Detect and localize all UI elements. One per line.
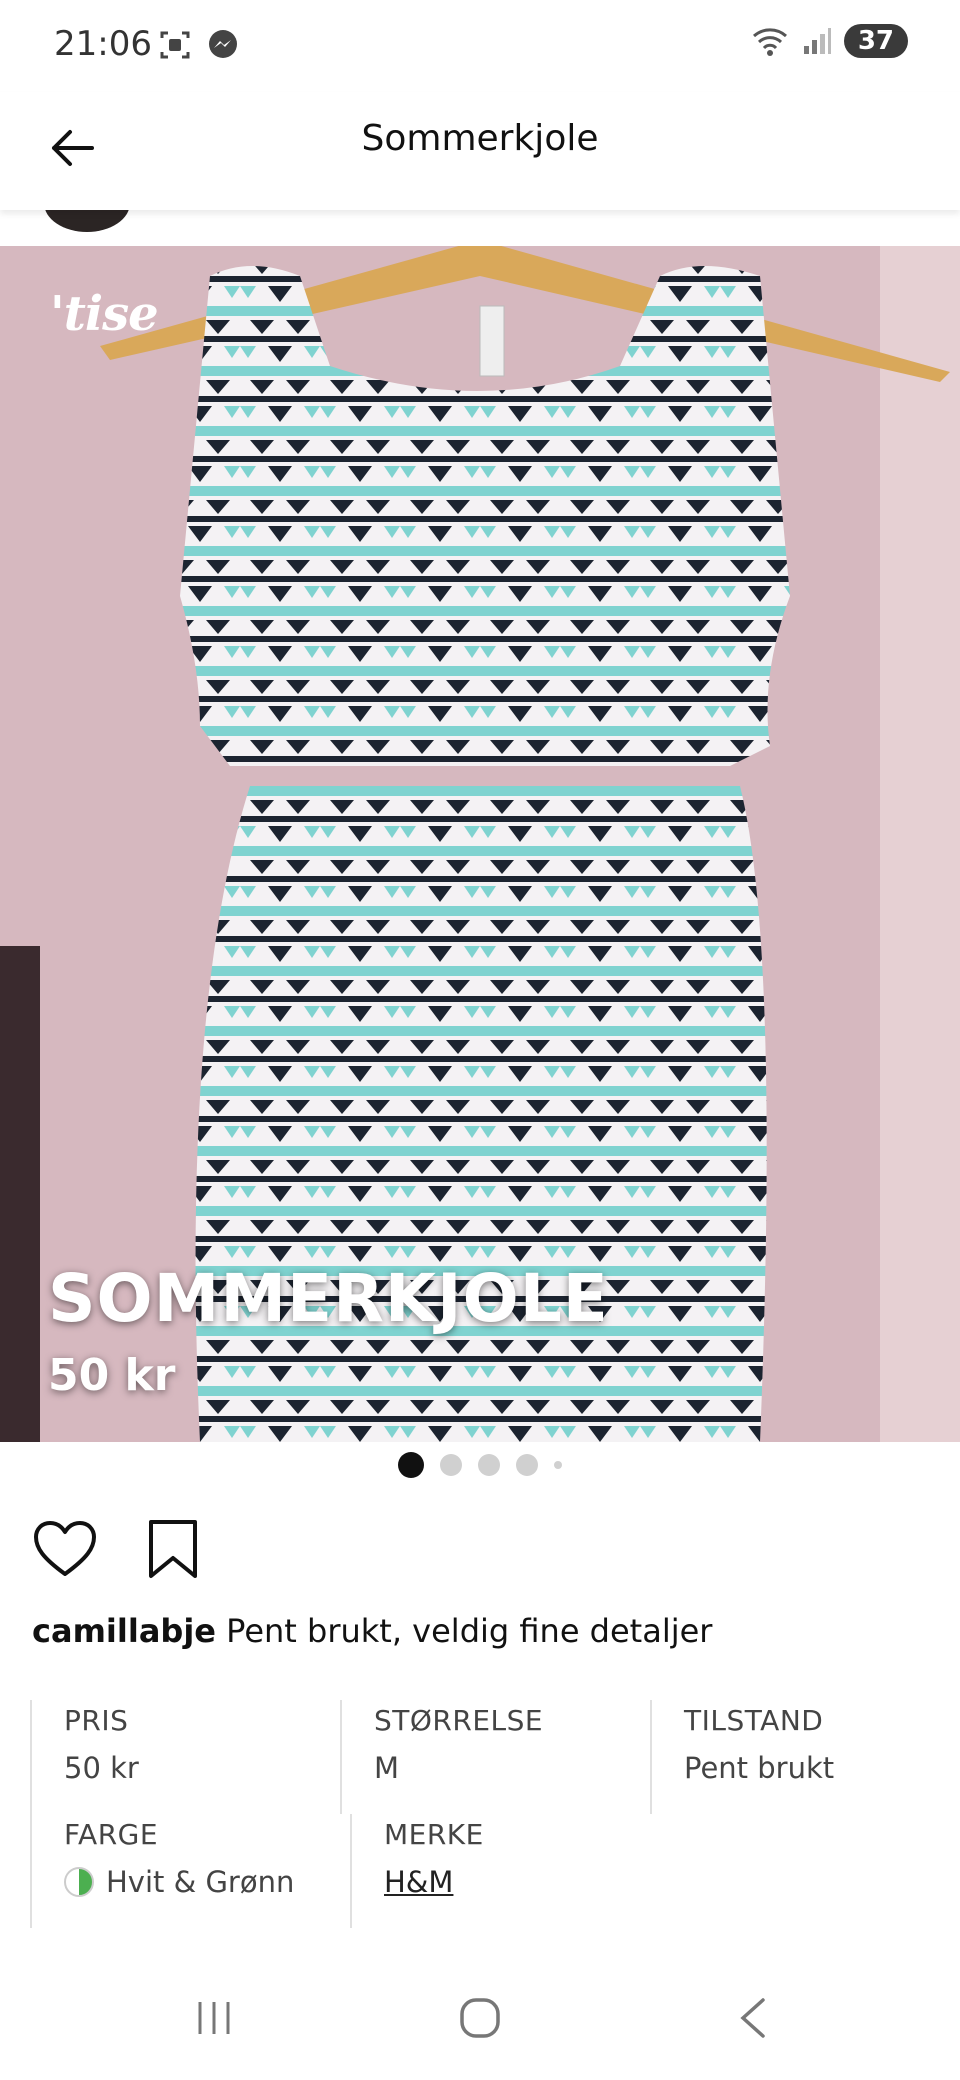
wifi-icon [752,28,787,56]
color-value: Hvit & Grønn [106,1865,295,1899]
home-icon [460,1998,500,2038]
home-button[interactable] [440,1988,520,2048]
detail-value: Hvit & Grønn [64,1865,350,1899]
detail-label: STØRRELSE [374,1704,544,1737]
seller-username[interactable]: camillabje [32,1612,216,1650]
recent-apps-icon [198,2002,230,2034]
carousel-dot[interactable] [478,1454,500,1476]
detail-color: FARGE Hvit & Grønn [30,1814,350,1928]
brand-link[interactable]: H&M [384,1865,670,1899]
photo-overlay-title: SOMMERKJOLE [48,1260,609,1337]
battery-icon: 37 [843,24,908,58]
screenshot-icon [160,31,190,59]
detail-value: Pent brukt [684,1751,835,1785]
chevron-left-icon [740,1998,765,2038]
tise-watermark: 'tise [50,286,159,342]
detail-label: PRIS [64,1704,129,1737]
action-row [32,1516,206,1582]
carousel-indicator [0,1452,960,1478]
carousel-dot[interactable] [516,1454,538,1476]
seller-row-peek [0,208,960,246]
signal-icon [803,28,831,54]
detail-value: M [374,1751,400,1785]
system-nav-bar [0,1958,960,2080]
like-button[interactable] [32,1516,98,1582]
detail-label: FARGE [64,1818,159,1851]
recent-apps-button[interactable] [174,1988,254,2048]
system-back-button[interactable] [712,1988,792,2048]
messenger-icon [209,30,237,58]
detail-size: STØRRELSE M [340,1700,650,1814]
save-button[interactable] [140,1516,206,1582]
detail-label: MERKE [384,1818,484,1851]
carousel-dot[interactable] [440,1454,462,1476]
post-caption: camillabje Pent brukt, veldig fine detal… [32,1612,712,1650]
detail-price: PRIS 50 kr [30,1700,340,1814]
detail-condition: TILSTAND Pent brukt [650,1700,960,1814]
status-time: 21:06 [54,24,152,64]
carousel-dot[interactable] [554,1461,562,1469]
status-bar: 21:06 37 [0,0,960,92]
app-header: Sommerkjole [0,92,960,210]
avatar [44,208,130,232]
product-photo[interactable]: 'tise SOMMERKJOLE 50 kr [0,246,960,1442]
post-description: Pent brukt, veldig fine detaljer [226,1612,713,1650]
detail-label: TILSTAND [684,1704,824,1737]
bookmark-icon [149,1520,197,1578]
page-title: Sommerkjole [361,118,599,159]
photo-overlay-price: 50 kr [48,1350,176,1401]
color-swatch-icon [64,1867,94,1897]
heart-icon [34,1521,96,1576]
carousel-dot-active[interactable] [398,1452,424,1478]
detail-brand: MERKE H&M [350,1814,670,1928]
details-grid: PRIS 50 kr STØRRELSE M TILSTAND Pent bru… [30,1700,960,1928]
detail-value: 50 kr [64,1751,139,1785]
